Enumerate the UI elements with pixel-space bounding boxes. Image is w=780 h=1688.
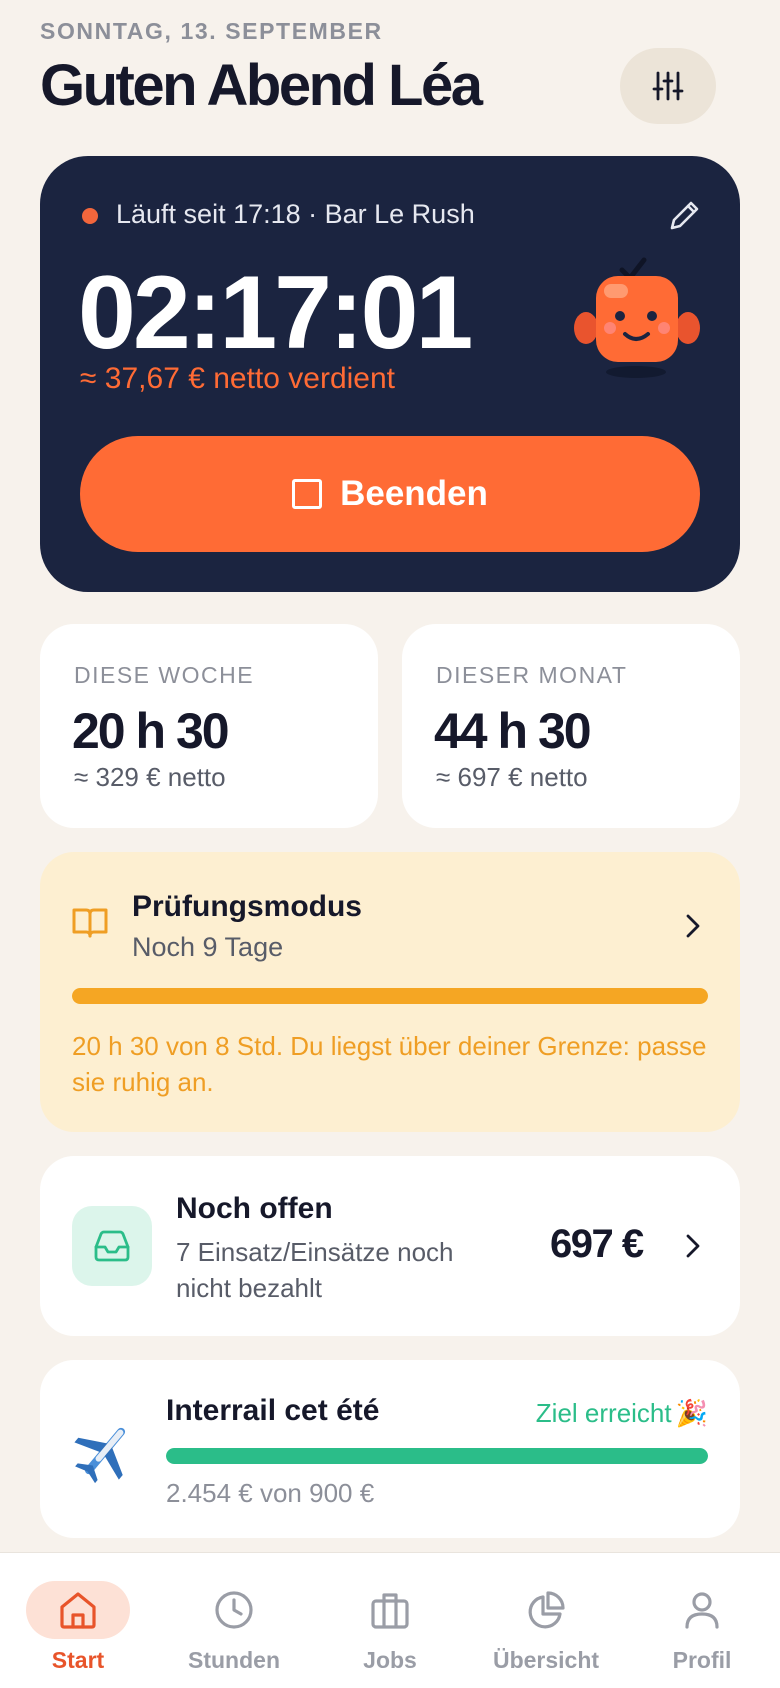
goal-title: Interrail cet été [166,1394,380,1427]
party-icon: 🎉 [675,1398,708,1428]
clock-icon [215,1591,253,1629]
home-icon [60,1592,96,1629]
shift-status: Läuft seit 17:18 · Bar Le Rush [116,199,475,229]
chevron-right-icon [686,1234,700,1258]
exam-mode-title: Prüfungsmodus [132,890,362,923]
inbox-icon [94,1230,130,1262]
nav-icon-highlight [26,1581,130,1639]
month-label: DIESER MONAT [436,662,628,688]
open-payments-subtitle: 7 Einsatz/Einsätze noch nicht bezahlt [176,1237,454,1303]
active-shift-card: Läuft seit 17:18 · Bar Le Rush 02:17:01 … [40,156,740,592]
settings-button[interactable] [620,48,716,124]
pencil-icon[interactable] [664,196,704,236]
mascot-icon [574,257,700,378]
nav-item-start[interactable]: Start [0,1553,156,1688]
open-payments-card[interactable]: Noch offen 7 Einsatz/Einsätze noch nicht… [40,1156,740,1336]
inbox-icon-box [72,1206,152,1286]
goal-status-label: Ziel erreicht [535,1398,672,1428]
home-screen: SONNTAG, 13. SEPTEMBER Guten Abend Léa L… [0,0,780,1688]
open-payments-title: Noch offen [176,1192,333,1225]
month-summary-card[interactable]: DIESER MONAT 44 h 30 ≈ 697 € netto [402,624,740,828]
airplane-icon [74,1427,126,1484]
nav-label-profil: Profil [672,1647,732,1673]
earned-amount: ≈ 37,67 € netto verdient [80,362,396,395]
open-payments-amount: 697 € [550,1222,644,1266]
stop-icon [292,479,323,509]
exam-mode-card[interactable]: Prüfungsmodus Noch 9 Tage 20 h 30 von 8 … [40,852,740,1132]
week-hours: 20 h 30 [72,703,230,759]
month-earnings: ≈ 697 € netto [436,762,588,792]
nav-icon-wrap [338,1581,442,1639]
elapsed-timer: 02:17:01 [78,255,473,371]
recording-indicator [82,208,98,224]
goal-progress-bar [166,1448,708,1464]
week-summary-card[interactable]: DIESE WOCHE 20 h 30 ≈ 329 € netto [40,624,378,828]
nav-label-jobs: Jobs [363,1647,417,1673]
nav-label-stunden: Stunden [188,1647,280,1673]
book-icon [72,908,108,938]
bottom-navigation: Start Stunden Jobs Übersicht Profil [0,1552,780,1688]
goal-amount: 2.454 € von 900 € [166,1478,375,1508]
pie-chart-icon [528,1591,565,1629]
week-earnings: ≈ 329 € netto [74,762,226,792]
nav-item-jobs[interactable]: Jobs [312,1553,468,1688]
goal-status: Ziel erreicht 🎉 [536,1398,708,1429]
briefcase-icon [371,1593,409,1629]
nav-icon-wrap [494,1581,598,1639]
week-label: DIESE WOCHE [74,662,255,688]
nav-item-uebersicht[interactable]: Übersicht [468,1553,624,1688]
nav-label-uebersicht: Übersicht [492,1647,600,1673]
nav-icon-wrap [650,1581,754,1639]
month-hours: 44 h 30 [434,703,592,759]
nav-item-stunden[interactable]: Stunden [156,1553,312,1688]
greeting-title: Guten Abend Léa [40,53,483,118]
nav-item-profil[interactable]: Profil [624,1553,780,1688]
nav-icon-wrap [182,1581,286,1639]
date-label: SONNTAG, 13. SEPTEMBER [40,18,383,44]
savings-goal-card[interactable]: Interrail cet été Ziel erreicht 🎉 2.454 €… [40,1360,740,1538]
chevron-right-icon [686,914,700,938]
stop-button-label: Beenden [340,474,488,513]
exam-warning-text: 20 h 30 von 8 Std. Du liegst über deiner… [72,1031,707,1097]
exam-progress-bar [72,988,708,1004]
sliders-icon [652,71,684,101]
user-icon [685,1592,719,1629]
exam-progress-fill [72,988,708,1004]
stop-shift-button[interactable]: Beenden [80,436,700,552]
exam-mode-countdown: Noch 9 Tage [132,932,284,962]
goal-progress-fill [166,1448,708,1464]
nav-label-start: Start [51,1647,105,1673]
